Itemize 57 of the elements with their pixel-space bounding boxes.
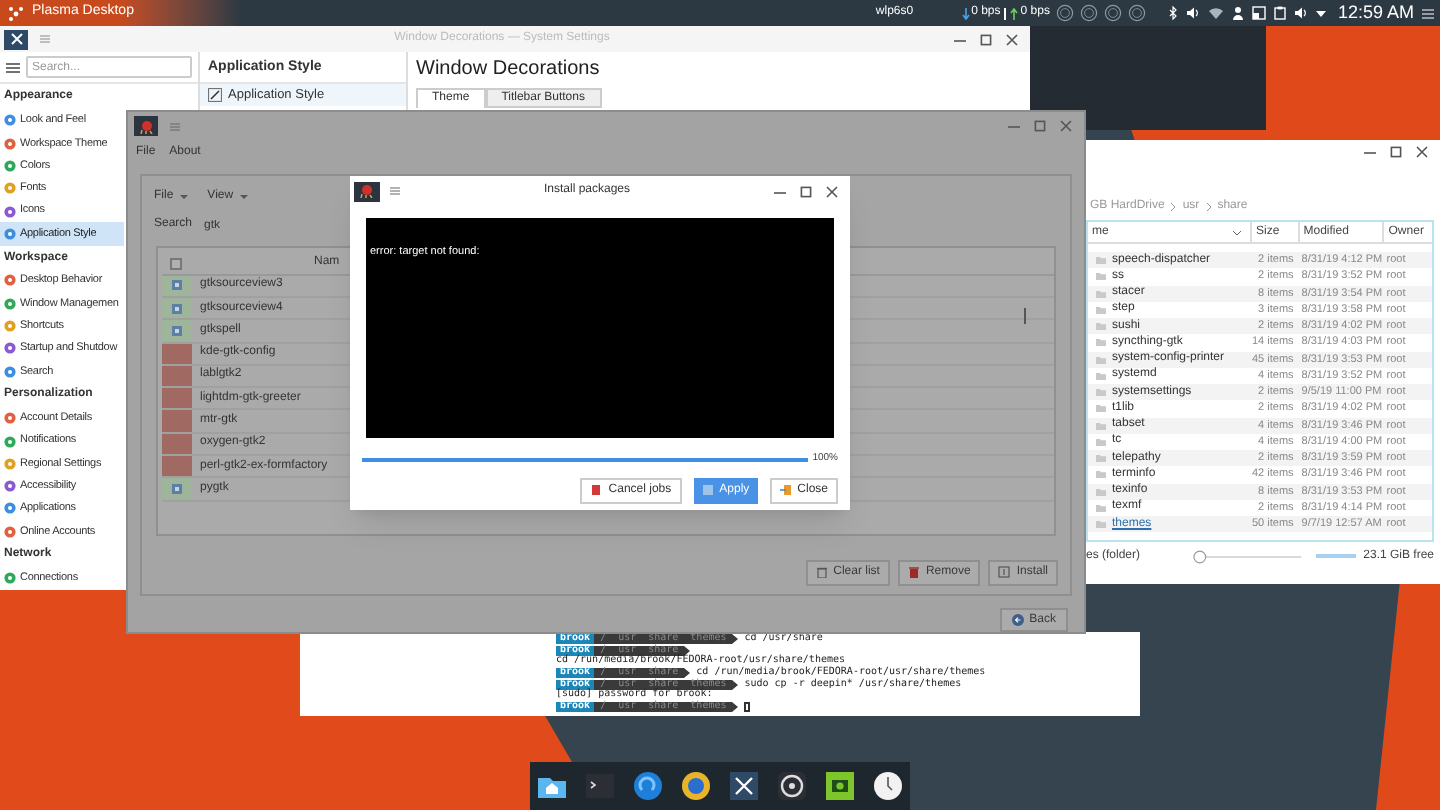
- menu-icon: [40, 34, 50, 45]
- maximize-icon: [800, 185, 812, 197]
- chevron-icon: [1170, 201, 1177, 211]
- close-icon: [1416, 146, 1428, 158]
- caret-icon: [1232, 229, 1242, 235]
- caret-icon: [1315, 9, 1326, 17]
- button-icon: [701, 484, 714, 496]
- octopus-icon: [139, 119, 153, 134]
- wheel-icon[interactable]: [776, 770, 808, 802]
- swirl-icon[interactable]: [680, 770, 712, 802]
- close-icon: [1006, 33, 1018, 46]
- maximize-icon: [1390, 146, 1402, 158]
- package-icon: [172, 303, 182, 314]
- package-icon: [998, 566, 1011, 579]
- package-icon: [172, 280, 182, 291]
- disk-usage-bar: [1316, 554, 1356, 559]
- windows-icon: [1251, 6, 1266, 20]
- swirl-icon[interactable]: [632, 770, 664, 802]
- launcher-icon: [8, 5, 24, 21]
- tools-icon[interactable]: [728, 770, 760, 802]
- clipboard-icon: [1273, 6, 1286, 20]
- bluetooth-icon: [1167, 6, 1178, 20]
- octopus-icon: [360, 184, 374, 198]
- minimize-icon: [1008, 120, 1020, 133]
- camera-icon[interactable]: [824, 770, 856, 802]
- chevron-icon: [1205, 201, 1212, 211]
- download-arrow-icon: [961, 7, 970, 19]
- package-icon: [172, 325, 182, 336]
- minimize-icon: [1364, 146, 1376, 158]
- scrollbar-handle[interactable]: [1024, 307, 1026, 324]
- brush-icon: [208, 88, 222, 103]
- button-icon: [590, 484, 603, 496]
- caret-icon: [239, 194, 248, 201]
- close-icon: [826, 185, 838, 197]
- trash-icon: [815, 566, 828, 579]
- package-icon: [172, 483, 182, 494]
- page-heading: Window Decorations: [416, 55, 602, 84]
- user-icon: [1231, 6, 1244, 20]
- menu-icon: [1422, 7, 1434, 19]
- close-icon: [1060, 120, 1072, 133]
- clock: 12:59 AM: [1337, 0, 1414, 26]
- maximize-icon: [980, 33, 992, 46]
- back-arrow-icon: [1011, 614, 1024, 626]
- trash-icon: [907, 566, 920, 579]
- select-all-checkbox[interactable]: [170, 257, 182, 270]
- volume-icon: [1293, 6, 1308, 20]
- clock-icon[interactable]: [872, 770, 904, 802]
- menu-icon: [390, 186, 400, 196]
- button-icon: [779, 484, 792, 496]
- caret-icon: [179, 194, 188, 201]
- upload-arrow-icon: [1010, 7, 1019, 19]
- maximize-icon: [1034, 120, 1046, 133]
- menu-icon: [170, 121, 180, 132]
- wifi-icon: [1207, 6, 1224, 20]
- volume-icon: [1185, 6, 1200, 20]
- menu-icon: [6, 61, 20, 74]
- tools-icon: [9, 32, 23, 47]
